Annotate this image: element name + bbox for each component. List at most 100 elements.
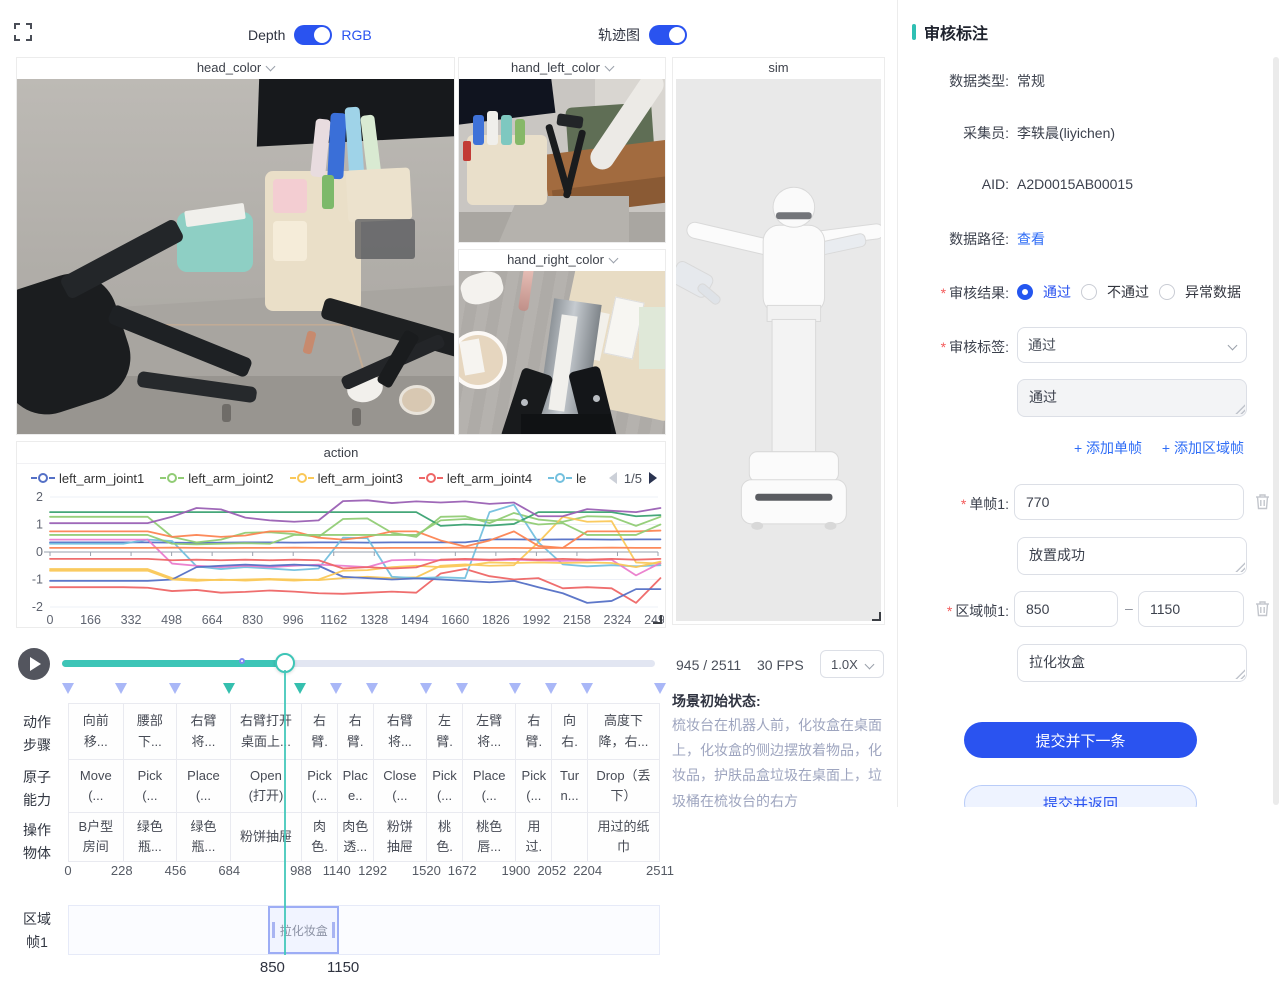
- legend-next-icon[interactable]: [649, 472, 657, 484]
- step-cell-object[interactable]: 绿色 瓶...: [177, 812, 230, 861]
- legend-item-left_arm_joint4[interactable]: left_arm_joint4: [419, 471, 532, 486]
- step-cell-step[interactable]: 右 臂.: [302, 704, 337, 759]
- region-frame-box[interactable]: 拉化妆盒: [268, 906, 339, 954]
- depth-rgb-toggle[interactable]: [294, 25, 332, 45]
- trash-icon[interactable]: [1255, 600, 1270, 620]
- legend-item-left_arm_joint3[interactable]: left_arm_joint3: [290, 471, 403, 486]
- step-cell-object[interactable]: 粉饼 抽屉: [374, 812, 427, 861]
- radio-fail[interactable]: [1081, 284, 1097, 300]
- speed-select[interactable]: 1.0X: [820, 650, 884, 678]
- add-region-frame-link[interactable]: + 添加区域帧: [1162, 440, 1244, 456]
- step-boundary-marker[interactable]: [366, 683, 378, 694]
- step-boundary-marker[interactable]: [330, 683, 342, 694]
- step-cell-skill[interactable]: Place (...: [177, 759, 230, 812]
- data-type-label: 数据类型:: [898, 71, 1009, 91]
- submit-back-button[interactable]: 提交并返回: [964, 785, 1197, 807]
- data-type-value: 常规: [1017, 71, 1045, 91]
- region-frame-track[interactable]: [68, 905, 660, 955]
- step-cell-step[interactable]: 向前 移...: [69, 704, 123, 759]
- scrollbar[interactable]: [1273, 57, 1279, 805]
- step-cell-skill[interactable]: Pick (...: [427, 759, 462, 812]
- step-boundary-marker[interactable]: [62, 683, 74, 694]
- hand-right-camera-select[interactable]: hand_right_color: [459, 250, 665, 271]
- step-cell-object[interactable]: 绿色 瓶...: [124, 812, 177, 861]
- single-frame-input[interactable]: [1014, 484, 1244, 520]
- step-cell-skill[interactable]: Drop（丢 下）: [588, 759, 659, 812]
- chart-title: action: [17, 442, 665, 464]
- legend-prev-icon[interactable]: [609, 472, 617, 484]
- radio-pass-label[interactable]: 通过: [1043, 282, 1071, 302]
- step-boundary-marker[interactable]: [223, 683, 235, 694]
- chevron-down-icon: [608, 254, 618, 264]
- region-frame-desc[interactable]: 拉化妆盒: [1017, 644, 1247, 682]
- step-cell-skill[interactable]: Place (...: [463, 759, 516, 812]
- step-cell-object[interactable]: 桃 色.: [427, 812, 462, 861]
- playback-slider[interactable]: [62, 660, 655, 667]
- region-left-handle[interactable]: [272, 922, 275, 938]
- data-path-view-link[interactable]: 查看: [1017, 229, 1045, 249]
- step-cell-object[interactable]: 粉饼抽屉: [231, 812, 301, 861]
- step-boundary-marker[interactable]: [115, 683, 127, 694]
- step-boundary-marker[interactable]: [509, 683, 521, 694]
- step-cell-object[interactable]: 用过的纸 巾: [588, 812, 659, 861]
- step-cell-skill[interactable]: Plac e..: [338, 759, 373, 812]
- step-cell-object[interactable]: [552, 812, 587, 861]
- head-camera-select[interactable]: head_color: [17, 58, 454, 79]
- trajectory-toggle[interactable]: [649, 25, 687, 45]
- step-cell-step[interactable]: 腰部 下...: [124, 704, 177, 759]
- submit-next-button[interactable]: 提交并下一条: [964, 722, 1197, 758]
- step-cell-object[interactable]: 用 过.: [516, 812, 551, 861]
- step-boundary-marker[interactable]: [169, 683, 181, 694]
- step-cell-step[interactable]: 右臂打开 桌面上...: [231, 704, 301, 759]
- hand-left-camera-select[interactable]: hand_left_color: [459, 58, 665, 79]
- step-cell-step[interactable]: 右 臂.: [516, 704, 551, 759]
- legend-item-left_arm_joint1[interactable]: left_arm_joint1: [31, 471, 144, 486]
- step-cell-skill[interactable]: Move (...: [69, 759, 123, 812]
- region-right-handle[interactable]: [332, 922, 335, 938]
- play-button[interactable]: [18, 648, 50, 680]
- step-boundary-marker[interactable]: [420, 683, 432, 694]
- step-cell-step[interactable]: 左臂 将...: [463, 704, 516, 759]
- step-cell-step[interactable]: 右臂 将...: [374, 704, 427, 759]
- single-frame-desc[interactable]: 放置成功: [1017, 537, 1247, 575]
- region-end-input[interactable]: [1138, 591, 1244, 627]
- step-cell-step[interactable]: 高度下 降，右...: [588, 704, 659, 759]
- step-column: 右臂 将...Close (...粉饼 抽屉: [373, 704, 427, 861]
- joint-trajectory-chart[interactable]: 210-1-2016633249866483099611621328149416…: [18, 488, 664, 628]
- trajectory-label: 轨迹图: [598, 25, 640, 45]
- resize-handle-icon[interactable]: [653, 615, 662, 624]
- legend-item-le[interactable]: le: [548, 471, 586, 486]
- fullscreen-icon[interactable]: [13, 22, 33, 42]
- radio-fail-label[interactable]: 不通过: [1107, 282, 1149, 302]
- trash-icon[interactable]: [1255, 493, 1270, 513]
- row-label-object: 操作 物体: [20, 819, 54, 865]
- step-cell-step[interactable]: 右臂 将...: [177, 704, 230, 759]
- add-single-frame-link[interactable]: + 添加单帧: [1074, 440, 1142, 456]
- step-boundary-marker[interactable]: [581, 683, 593, 694]
- step-boundary-marker[interactable]: [545, 683, 557, 694]
- step-cell-skill[interactable]: Open (打开): [231, 759, 301, 812]
- radio-pass[interactable]: [1017, 284, 1033, 300]
- step-cell-step[interactable]: 向 右.: [552, 704, 587, 759]
- step-cell-object[interactable]: B户型 房间: [69, 812, 123, 861]
- step-cell-skill[interactable]: Pick (...: [516, 759, 551, 812]
- step-cell-step[interactable]: 右 臂.: [338, 704, 373, 759]
- step-boundary-marker[interactable]: [456, 683, 468, 694]
- step-cell-object[interactable]: 肉色 透...: [338, 812, 373, 861]
- step-cell-skill[interactable]: Tur n...: [552, 759, 587, 812]
- step-cell-object[interactable]: 肉 色.: [302, 812, 337, 861]
- review-tag-select[interactable]: 通过: [1017, 327, 1247, 363]
- radio-abnormal[interactable]: [1159, 284, 1175, 300]
- step-boundary-marker[interactable]: [654, 683, 666, 694]
- step-cell-skill[interactable]: Close (...: [374, 759, 427, 812]
- step-cell-object[interactable]: 桃色 唇...: [463, 812, 516, 861]
- step-cell-skill[interactable]: Pick (...: [302, 759, 337, 812]
- region-start-input[interactable]: [1014, 591, 1118, 627]
- legend-item-left_arm_joint2[interactable]: left_arm_joint2: [160, 471, 273, 486]
- resize-handle-icon[interactable]: [872, 612, 881, 621]
- review-tag-note[interactable]: 通过: [1017, 379, 1247, 417]
- step-cell-step[interactable]: 左 臂.: [427, 704, 462, 759]
- step-boundary-marker[interactable]: [294, 683, 306, 694]
- step-cell-skill[interactable]: Pick (...: [124, 759, 177, 812]
- radio-abnormal-label[interactable]: 异常数据: [1185, 282, 1241, 302]
